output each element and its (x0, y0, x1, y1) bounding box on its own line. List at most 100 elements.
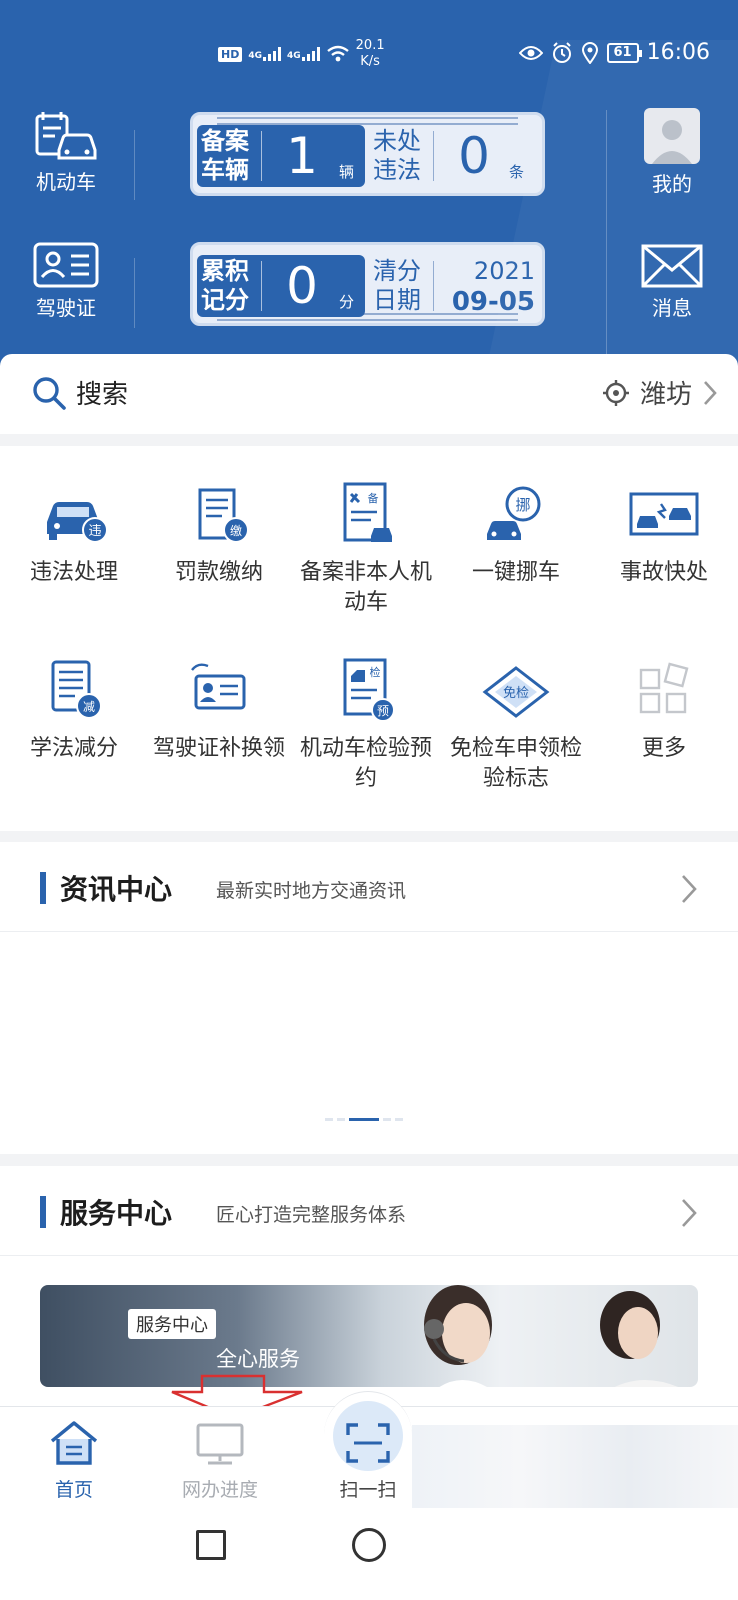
chevron-right-icon[interactable] (680, 1198, 698, 1228)
vehicle-info-card[interactable]: 备案 车辆 1 辆 未处 违法 0 条 (190, 112, 545, 196)
accumulated-points-value: 0 (286, 257, 318, 315)
license-button[interactable]: 驾驶证 (6, 242, 126, 321)
monitor-icon (196, 1423, 244, 1465)
service-item-accident[interactable]: 事故快处 (590, 480, 738, 588)
service-label: 一键挪车 (471, 560, 560, 585)
banner-slogan: 全心服务 (216, 1347, 300, 1371)
registered-vehicles-unit: 辆 (339, 163, 355, 181)
city-label: 潍坊 (639, 380, 692, 410)
divider (134, 130, 135, 200)
service-item-study[interactable]: 减 学法减分 (0, 656, 148, 764)
registered-vehicles-label: 备案 车辆 (201, 127, 249, 184)
city-selector[interactable]: 潍坊 (602, 374, 718, 411)
registered-vehicles: 备案 车辆 1 辆 (197, 125, 365, 187)
divider (134, 258, 135, 328)
service-item-inspection[interactable]: 检 预 机动车检验预约 (292, 656, 440, 794)
accident-icon (629, 492, 699, 536)
service-item-fine[interactable]: 缴 罚款缴纳 (145, 480, 293, 588)
study-reduce-icon: 减 (51, 660, 102, 719)
tab-progress[interactable]: 网办进度 (160, 1419, 280, 1502)
service-label: 机动车检验预约 (299, 736, 432, 791)
tab-scan-label: 扫一扫 (339, 1479, 397, 1501)
agent-image (600, 1291, 679, 1387)
message-button[interactable]: 消息 (612, 244, 732, 321)
service-grid: 违 违法处理 缴 罚款缴纳 备 备案非本人机动车 挪 一键挪车 事故快处 减 学… (0, 446, 738, 831)
service-item-violation[interactable]: 违 违法处理 (0, 480, 148, 588)
svg-text:缴: 缴 (230, 523, 242, 538)
unprocessed-violations-count: 0 (458, 127, 490, 185)
clear-date-month-day: 09-05 (451, 287, 535, 317)
divider (606, 110, 607, 372)
vehicle-doc-icon (35, 112, 97, 160)
service-center-subtitle: 匠心打造完整服务体系 (216, 1204, 407, 1226)
chevron-right-icon[interactable] (680, 874, 698, 904)
clear-date: 清分 日期 2021 09-05 (369, 255, 539, 317)
status-network: HD 4G 4G 20.1 K/s (218, 38, 385, 70)
unprocessed-violations-label: 未处 违法 (373, 127, 421, 184)
signal-icon: 4G (287, 47, 320, 61)
svg-text:挪: 挪 (515, 496, 530, 514)
license-renew-icon (191, 663, 246, 710)
vehicle-button[interactable]: 机动车 (6, 110, 126, 195)
title-bar (40, 872, 46, 904)
license-info-card[interactable]: 累积 记分 0 分 清分 日期 2021 09-05 (190, 242, 545, 326)
svg-text:备: 备 (368, 491, 379, 505)
hd-badge: HD (218, 46, 243, 62)
mine-button[interactable]: 我的 (612, 108, 732, 197)
net-speed: 20.1 K/s (355, 38, 385, 69)
service-item-register-vehicle[interactable]: 备 备案非本人机动车 (292, 480, 440, 618)
service-center-header[interactable]: 服务中心 匠心打造完整服务体系 (0, 1166, 738, 1256)
fine-payment-icon: 缴 (198, 488, 249, 543)
service-item-exempt[interactable]: 免检 免检车申领检验标志 (442, 656, 590, 794)
service-banner[interactable]: 服务中心 全心服务 (40, 1285, 698, 1387)
registered-vehicles-count: 1 (286, 127, 318, 185)
carousel-dots (325, 1118, 403, 1121)
tab-scan[interactable]: 扫一扫 (308, 1419, 428, 1502)
service-item-move-car[interactable]: 挪 一键挪车 (442, 480, 590, 588)
battery-icon: 61 (606, 42, 642, 63)
service-item-license-renew[interactable]: 驾驶证补换领 (145, 656, 293, 764)
tab-progress-label: 网办进度 (181, 1479, 258, 1501)
vehicle-label: 机动车 (36, 170, 96, 194)
blurred-region (412, 1425, 738, 1509)
home-icon (50, 1421, 98, 1465)
news-section: 资讯中心 最新实时地方交通资讯 (0, 842, 738, 1154)
title-bar (40, 1196, 46, 1228)
home-button[interactable] (352, 1528, 386, 1562)
accumulated-points-label: 累积 记分 (201, 257, 249, 314)
unprocessed-violations-unit: 条 (509, 163, 525, 181)
svg-text:免检: 免检 (503, 686, 529, 701)
service-label: 免检车申领检验标志 (449, 736, 582, 791)
service-label: 学法减分 (29, 736, 118, 761)
service-label: 违法处理 (29, 560, 118, 585)
recent-apps-button[interactable] (196, 1530, 226, 1560)
avatar (644, 108, 700, 164)
service-label: 事故快处 (619, 560, 708, 585)
svg-text:违: 违 (88, 524, 101, 539)
tab-home[interactable]: 首页 (14, 1419, 134, 1502)
move-car-icon: 挪 (487, 486, 541, 540)
svg-text:检: 检 (370, 665, 381, 679)
search-bar[interactable]: 搜索 潍坊 (0, 354, 738, 434)
service-center-title: 服务中心 (60, 1197, 173, 1230)
car-violation-icon: 违 (47, 502, 108, 543)
news-subtitle: 最新实时地方交通资讯 (216, 880, 407, 902)
service-label: 更多 (641, 736, 686, 761)
chevron-right-icon (704, 380, 717, 405)
license-label: 驾驶证 (36, 296, 96, 320)
status-right: 61 16:06 (518, 40, 710, 65)
signal-icon: 4G (248, 47, 281, 61)
wifi-icon (326, 45, 349, 62)
search-icon (33, 377, 66, 410)
service-item-more[interactable]: 更多 (590, 656, 738, 764)
header: HD 4G 4G 20.1 K/s 61 16:06 机动车 驾驶证 备案 车辆… (0, 0, 738, 372)
unprocessed-violations: 未处 违法 0 条 (369, 125, 539, 187)
clock: 16:06 (646, 40, 710, 65)
service-center-section: 服务中心 匠心打造完整服务体系 服务中心 全心服务 (0, 1166, 738, 1406)
card-strip (217, 117, 518, 125)
news-header[interactable]: 资讯中心 最新实时地方交通资讯 (0, 842, 738, 932)
mine-label: 我的 (652, 172, 692, 196)
envelope-icon (641, 244, 703, 288)
accumulated-points-unit: 分 (339, 293, 355, 311)
clear-date-label: 清分 日期 (373, 257, 421, 314)
